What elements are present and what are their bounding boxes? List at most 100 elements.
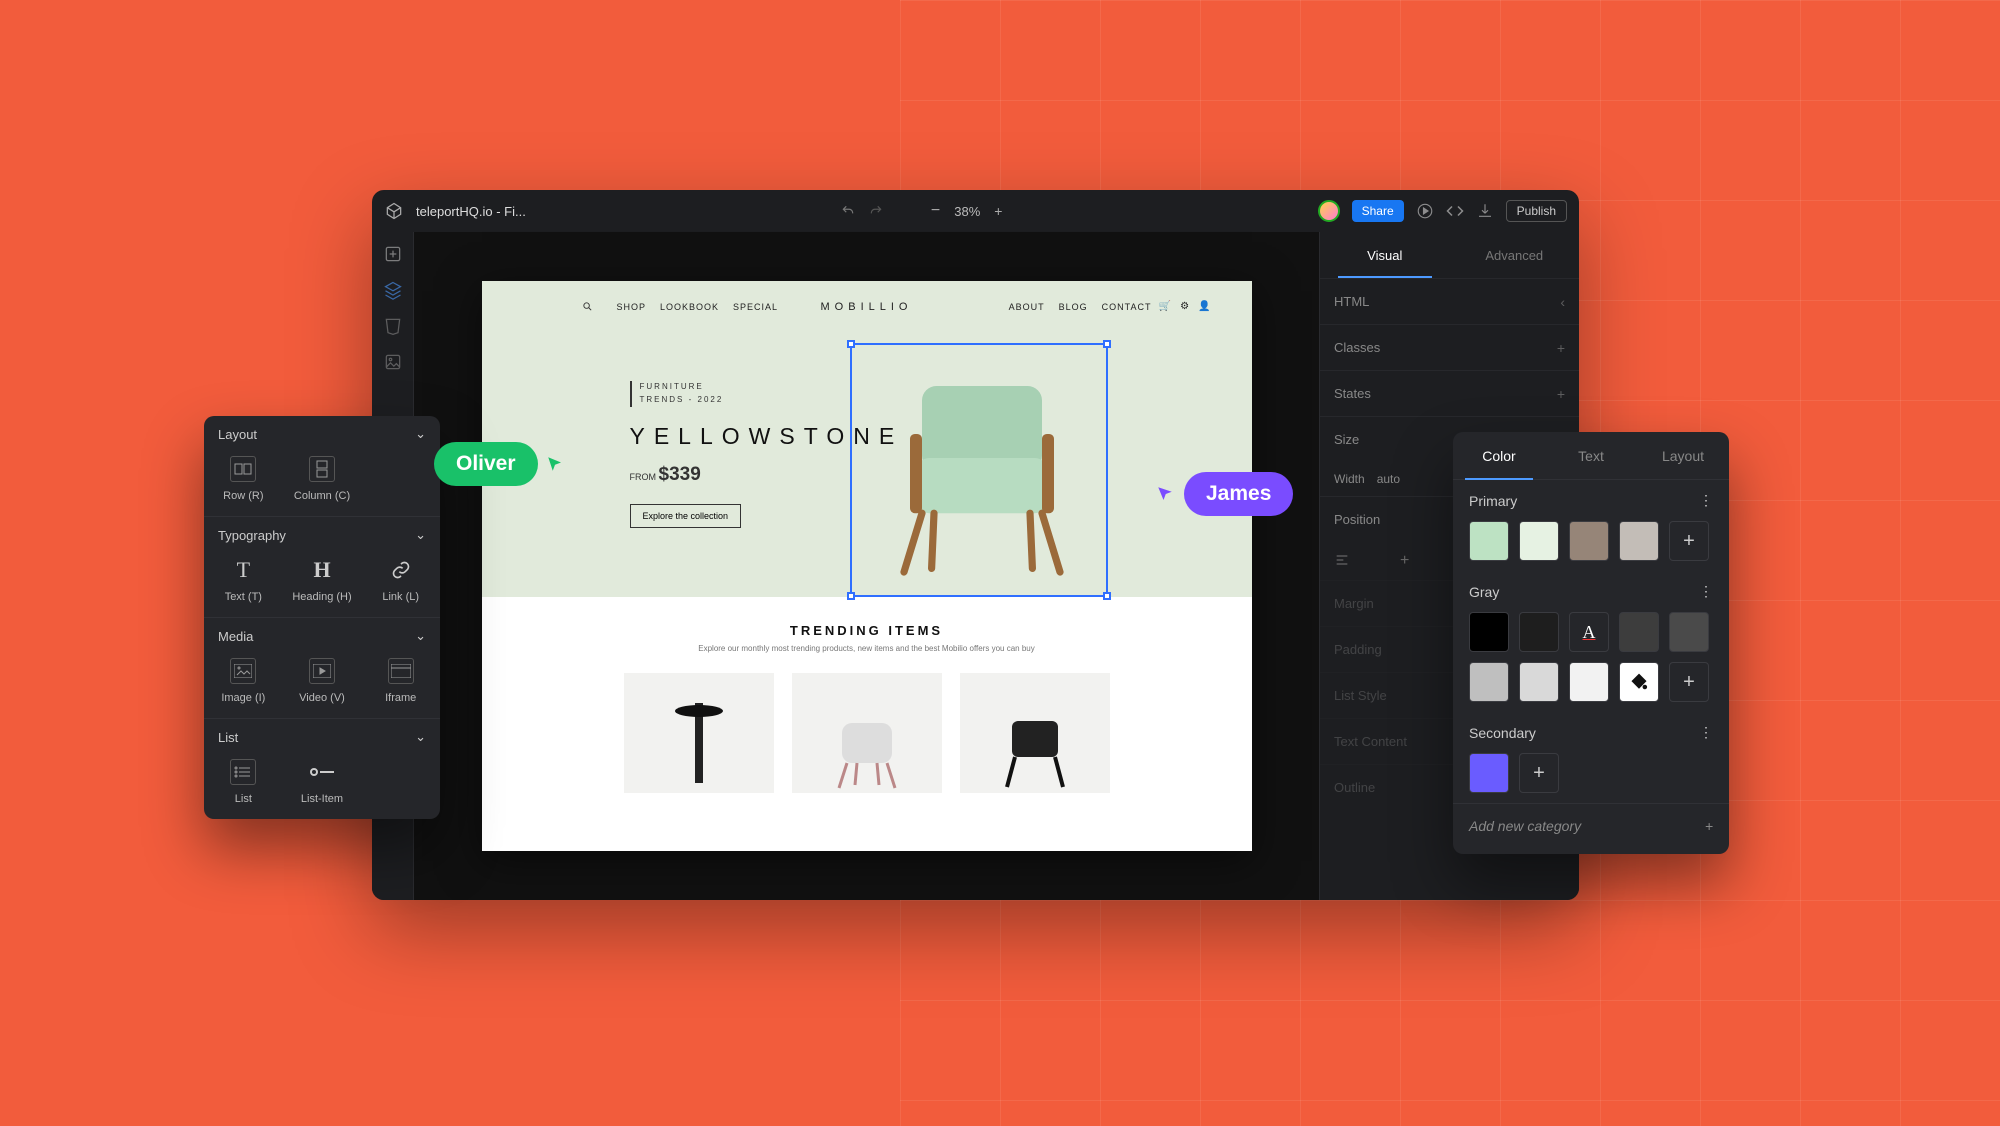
- text-color-swatch[interactable]: A: [1569, 612, 1609, 652]
- swatch[interactable]: [1519, 521, 1559, 561]
- group-gray: Gray: [1469, 584, 1499, 600]
- image-icon: [230, 658, 256, 684]
- trending-subtitle: Explore our monthly most trending produc…: [532, 644, 1202, 653]
- more-icon[interactable]: ⋮: [1699, 724, 1713, 741]
- trend-card[interactable]: [792, 673, 942, 793]
- swatch[interactable]: [1469, 662, 1509, 702]
- resize-handle-tl[interactable]: [847, 340, 855, 348]
- tab-layout[interactable]: Layout: [1637, 432, 1729, 479]
- plus-icon: +: [1557, 386, 1565, 402]
- tab-text[interactable]: Text: [1545, 432, 1637, 479]
- list-icon: [230, 759, 256, 785]
- swatch[interactable]: [1569, 521, 1609, 561]
- nav-shop[interactable]: SHOP: [617, 302, 647, 312]
- nav-about[interactable]: ABOUT: [1009, 302, 1045, 312]
- tab-visual[interactable]: Visual: [1320, 232, 1450, 278]
- swatch[interactable]: [1469, 753, 1509, 793]
- sec-media[interactable]: Media: [218, 629, 253, 644]
- resize-handle-bl[interactable]: [847, 592, 855, 600]
- hero-cta-button[interactable]: Explore the collection: [630, 504, 742, 528]
- more-icon[interactable]: ⋮: [1699, 492, 1713, 509]
- text-icon: T: [230, 557, 256, 583]
- brand-logo[interactable]: MOBILLIO: [821, 301, 913, 313]
- resize-handle-br[interactable]: [1103, 592, 1111, 600]
- plus-icon[interactable]: +: [1400, 552, 1409, 570]
- download-icon[interactable]: [1476, 202, 1494, 220]
- row-icon: [230, 456, 256, 482]
- page-canvas[interactable]: SHOP LOOKBOOK SPECIAL MOBILLIO ABOUT BLO…: [482, 281, 1252, 851]
- code-icon[interactable]: [1446, 202, 1464, 220]
- el-image[interactable]: Image (I): [204, 658, 283, 704]
- group-secondary: Secondary: [1469, 725, 1536, 741]
- insp-states[interactable]: States+: [1320, 370, 1579, 416]
- cart-icon[interactable]: 🛒: [1159, 301, 1172, 312]
- el-list[interactable]: List: [204, 759, 283, 805]
- sec-layout[interactable]: Layout: [218, 427, 257, 442]
- gray-swatches: A +: [1453, 608, 1729, 712]
- swatch[interactable]: [1669, 612, 1709, 652]
- sec-list[interactable]: List: [218, 730, 238, 745]
- avatar[interactable]: [1318, 200, 1340, 222]
- tab-color[interactable]: Color: [1453, 432, 1545, 479]
- swatch[interactable]: [1619, 612, 1659, 652]
- play-icon[interactable]: [1416, 202, 1434, 220]
- image-tool-icon[interactable]: [383, 352, 403, 372]
- add-swatch-button[interactable]: +: [1669, 662, 1709, 702]
- chevron-down-icon[interactable]: ⌄: [415, 729, 426, 745]
- chevron-down-icon[interactable]: ⌄: [415, 628, 426, 644]
- site-nav: SHOP LOOKBOOK SPECIAL MOBILLIO ABOUT BLO…: [482, 301, 1252, 312]
- sec-typography[interactable]: Typography: [218, 528, 286, 543]
- swatch[interactable]: [1469, 521, 1509, 561]
- el-link[interactable]: Link (L): [361, 557, 440, 603]
- trend-card[interactable]: [624, 673, 774, 793]
- align-icon[interactable]: [1334, 552, 1350, 570]
- nav-contact[interactable]: CONTACT: [1102, 302, 1152, 312]
- more-icon[interactable]: ⋮: [1699, 583, 1713, 600]
- chevron-down-icon[interactable]: ⌄: [415, 527, 426, 543]
- el-heading[interactable]: HHeading (H): [283, 557, 362, 603]
- project-title[interactable]: teleportHQ.io - Fi...: [416, 204, 526, 219]
- swatch[interactable]: [1469, 612, 1509, 652]
- add-category-row[interactable]: Add new category +: [1453, 803, 1729, 848]
- nav-lookbook[interactable]: LOOKBOOK: [660, 302, 719, 312]
- nav-blog[interactable]: BLOG: [1059, 302, 1088, 312]
- add-element-icon[interactable]: [383, 244, 403, 264]
- add-swatch-button[interactable]: +: [1669, 521, 1709, 561]
- resize-handle-tr[interactable]: [1103, 340, 1111, 348]
- el-column[interactable]: Column (C): [283, 456, 362, 502]
- add-category-label: Add new category: [1469, 818, 1581, 834]
- insp-classes[interactable]: Classes+: [1320, 324, 1579, 370]
- layers-icon[interactable]: [383, 280, 403, 300]
- swatch[interactable]: [1619, 521, 1659, 561]
- trend-card[interactable]: [960, 673, 1110, 793]
- zoom-in-button[interactable]: +: [994, 203, 1002, 219]
- undo-icon[interactable]: [841, 204, 855, 218]
- swatch[interactable]: [1519, 662, 1559, 702]
- el-list-item[interactable]: List-Item: [283, 759, 362, 805]
- app-logo-icon: [384, 201, 404, 221]
- canvas-area[interactable]: SHOP LOOKBOOK SPECIAL MOBILLIO ABOUT BLO…: [414, 232, 1319, 900]
- nav-special[interactable]: SPECIAL: [733, 302, 778, 312]
- zoom-level[interactable]: 38%: [954, 204, 980, 219]
- publish-button[interactable]: Publish: [1506, 200, 1567, 222]
- el-row[interactable]: Row (R): [204, 456, 283, 502]
- swatch[interactable]: [1569, 662, 1609, 702]
- gear-icon[interactable]: ⚙: [1180, 301, 1190, 312]
- redo-icon[interactable]: [869, 204, 883, 218]
- el-iframe[interactable]: Iframe: [361, 658, 440, 704]
- zoom-out-button[interactable]: −: [931, 202, 940, 220]
- selection-box[interactable]: [850, 343, 1108, 597]
- chevron-down-icon[interactable]: ⌄: [415, 426, 426, 442]
- width-value[interactable]: auto: [1377, 472, 1400, 486]
- search-icon[interactable]: [582, 301, 593, 312]
- css-icon[interactable]: [383, 316, 403, 336]
- tab-advanced[interactable]: Advanced: [1450, 232, 1580, 278]
- swatch[interactable]: [1519, 612, 1559, 652]
- add-swatch-button[interactable]: +: [1519, 753, 1559, 793]
- insp-html[interactable]: HTML‹: [1320, 278, 1579, 324]
- user-icon[interactable]: 👤: [1198, 301, 1211, 312]
- el-text[interactable]: TText (T): [204, 557, 283, 603]
- el-video[interactable]: Video (V): [283, 658, 362, 704]
- share-button[interactable]: Share: [1352, 200, 1404, 222]
- fill-color-swatch[interactable]: [1619, 662, 1659, 702]
